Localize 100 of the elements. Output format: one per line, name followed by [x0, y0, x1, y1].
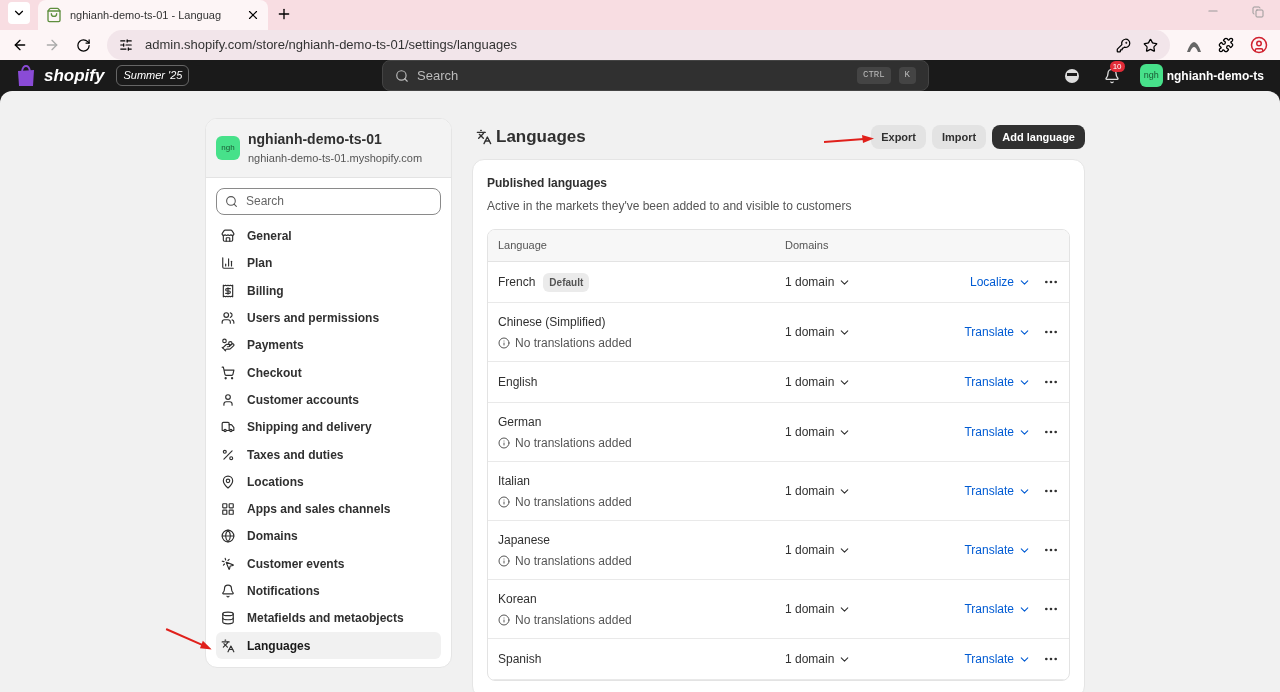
site-settings-icon[interactable] [119, 38, 133, 52]
language-name: Korean [498, 590, 537, 608]
domains-dropdown[interactable]: 1 domain [785, 273, 852, 291]
star-icon[interactable] [1143, 37, 1158, 53]
users-icon [221, 311, 235, 326]
percent-icon [221, 447, 235, 462]
toolbar-button[interactable]: Export [871, 125, 927, 149]
sidebar-item-label: Notifications [247, 583, 320, 600]
new-tab-icon[interactable] [276, 6, 292, 22]
language-name: German [498, 413, 542, 431]
address-bar[interactable]: admin.shopify.com/store/nghianh-demo-ts-01/settings/languages [107, 30, 1170, 60]
action-dropdown[interactable]: Translate [964, 650, 1031, 668]
hand-coins-icon [221, 338, 235, 353]
toolbar-button[interactable]: Add language [992, 125, 1085, 149]
chart-icon [221, 256, 235, 271]
grid-icon [221, 502, 235, 517]
url-text: admin.shopify.com/store/nghianh-demo-ts-01/settings/languages [145, 36, 518, 55]
translation-status: No translations added [515, 611, 632, 629]
store-name[interactable]: nghianh-demo-ts [1166, 66, 1264, 85]
sidebar-item-label: Locations [247, 473, 304, 491]
sidebar-item[interactable]: Taxes and duties [216, 440, 441, 469]
sidebar-item[interactable]: Locations [216, 468, 441, 496]
annotation-arrow [824, 134, 874, 146]
action-dropdown[interactable]: Translate [964, 373, 1031, 391]
sidebar-item-label: Customer accounts [247, 391, 360, 409]
domains-dropdown[interactable]: 1 domain [785, 482, 852, 500]
sidebar-item[interactable]: Metafields and metaobjects [216, 604, 441, 632]
browser-tab[interactable]: nghianh-demo-ts-01 - Languag [38, 0, 268, 30]
sidebar-item[interactable]: Notifications [216, 577, 441, 605]
sidebar-item[interactable]: Languages [216, 631, 441, 660]
sidebar-item[interactable]: General [216, 222, 441, 250]
action-dropdown[interactable]: Localize [969, 273, 1031, 291]
sidebar-item[interactable]: Customer events [216, 550, 441, 578]
translation-status: No translations added [515, 434, 632, 452]
shortcut-key: CTRL [857, 66, 891, 85]
search-placeholder: Search [417, 66, 460, 85]
domains-dropdown[interactable]: 1 domain [785, 423, 852, 441]
default-badge: Default [543, 272, 590, 292]
key-icon[interactable] [1116, 37, 1131, 53]
store-avatar: ngh [216, 135, 240, 160]
translation-status: No translations added [515, 493, 632, 511]
sidebar-item[interactable]: Users and permissions [216, 304, 441, 332]
notifications-icon[interactable] [1103, 67, 1120, 84]
action-dropdown[interactable]: Translate [964, 541, 1031, 559]
store-avatar[interactable]: ngh [1139, 64, 1163, 87]
brand-name: shopify [44, 64, 105, 87]
extensions-icon[interactable] [1218, 37, 1234, 53]
info-icon [498, 336, 510, 349]
language-name: Japanese [498, 531, 551, 549]
domains-dropdown[interactable]: 1 domain [785, 650, 852, 668]
pointer-click-icon [221, 556, 235, 571]
store-icon [221, 229, 235, 244]
domains-dropdown[interactable]: 1 domain [785, 541, 852, 559]
sidebar-item[interactable]: Plan [216, 249, 441, 278]
sidebar-item[interactable]: Billing [216, 277, 441, 305]
shortcut-key: K [898, 66, 916, 85]
tab-list-button[interactable] [8, 2, 30, 24]
sidebar-item-label: Shipping and delivery [247, 419, 372, 437]
sidebar-item-label: General [247, 228, 292, 246]
language-name: Italian [498, 472, 531, 490]
translation-status: No translations added [515, 334, 632, 352]
sidebar-item-label: Plan [247, 255, 273, 273]
action-dropdown[interactable]: Translate [964, 482, 1031, 500]
sidebar-item[interactable]: Apps and sales channels [216, 495, 441, 523]
domains-dropdown[interactable]: 1 domain [785, 323, 852, 341]
sidebar-item-label: Checkout [247, 364, 302, 382]
toolbar-button[interactable]: Import [932, 125, 987, 149]
shopping-bag-icon [16, 64, 36, 87]
sidebar-item-label: Domains [247, 528, 298, 546]
sidebar-item-label: Apps and sales channels [247, 501, 391, 519]
back-icon[interactable] [12, 37, 28, 53]
search-field[interactable]: Search [216, 187, 441, 215]
domains-dropdown[interactable]: 1 domain [785, 600, 852, 618]
info-icon [498, 554, 510, 567]
domains-dropdown[interactable]: 1 domain [785, 373, 852, 391]
bell-icon [221, 584, 235, 598]
sidebar-item[interactable]: Customer accounts [216, 386, 441, 414]
sidebar-item[interactable]: Domains [216, 522, 441, 551]
language-name: Spanish [498, 651, 542, 668]
search-placeholder: Search [246, 193, 285, 210]
user-icon [221, 392, 235, 407]
card-title: Published languages [487, 175, 609, 192]
sidebar-item[interactable]: Payments [216, 331, 441, 359]
profile-icon[interactable] [1250, 36, 1268, 54]
receipt-icon [221, 283, 235, 298]
sidebar-item-label: Languages [247, 637, 311, 655]
cart-icon [221, 365, 235, 380]
translate-icon [221, 638, 235, 653]
globe-icon [221, 529, 235, 544]
action-dropdown[interactable]: Translate [964, 323, 1031, 341]
sidebar-item[interactable]: Shipping and delivery [216, 413, 441, 441]
search-field[interactable]: Search CTRL K [382, 60, 929, 91]
database-icon [221, 611, 235, 626]
edition-badge: Summer '25 [116, 65, 190, 86]
map-pin-icon [221, 474, 235, 489]
action-dropdown[interactable]: Translate [964, 423, 1031, 441]
reload-icon[interactable] [76, 37, 91, 53]
action-dropdown[interactable]: Translate [964, 600, 1031, 618]
sidebar-item[interactable]: Checkout [216, 359, 441, 387]
close-icon[interactable] [246, 8, 260, 22]
